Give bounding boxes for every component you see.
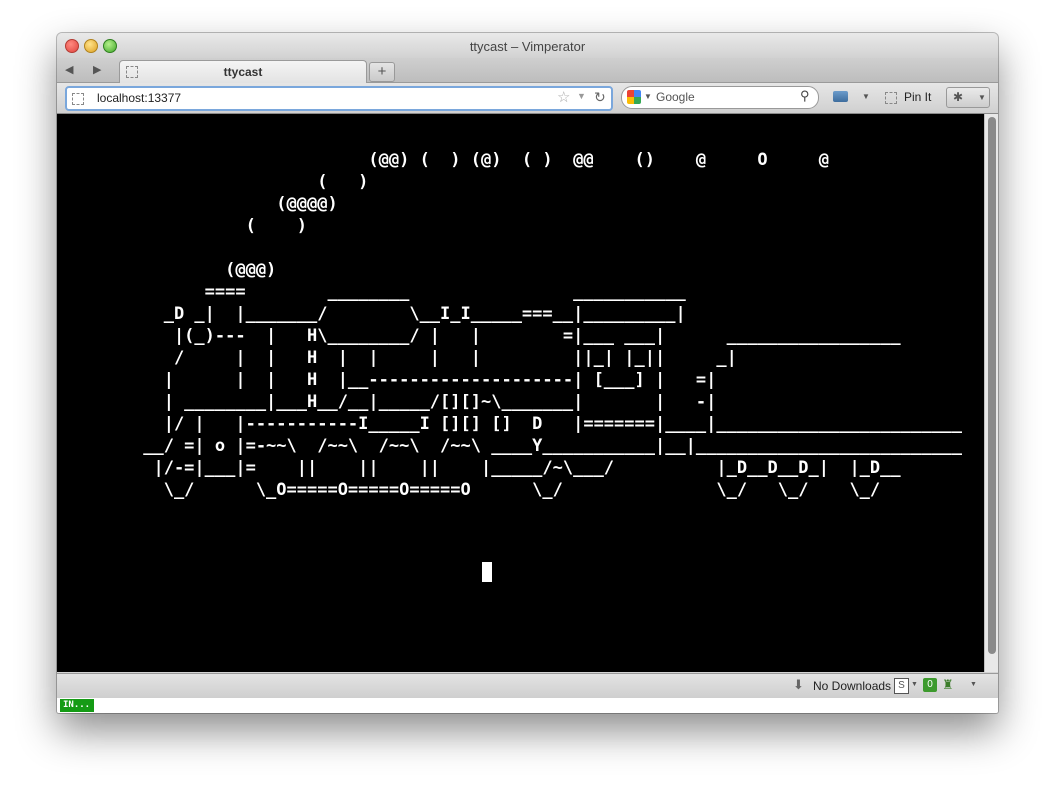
vertical-scrollbar[interactable]: [984, 114, 998, 672]
vimperator-statusline: IN...: [57, 698, 998, 713]
bookmark-star-icon[interactable]: ☆: [557, 88, 570, 106]
terminal-cursor: [482, 562, 492, 582]
title-bar: ttycast – Vimperator: [57, 33, 998, 58]
back-arrow-icon[interactable]: ◀: [65, 63, 73, 76]
url-input[interactable]: localhost:13377: [97, 91, 181, 105]
pinit-icon[interactable]: [885, 92, 897, 104]
pinit-button[interactable]: Pin It: [904, 90, 931, 104]
tab-ttycast[interactable]: ttycast: [119, 60, 367, 83]
search-input[interactable]: Google: [656, 90, 695, 104]
bookmarks-dropdown-icon[interactable]: ▼: [862, 92, 870, 101]
downloads-status[interactable]: No Downloads: [813, 679, 891, 693]
tab-bar: ◀ ▶ ttycast +: [57, 58, 998, 83]
forward-arrow-icon[interactable]: ▶: [93, 63, 101, 76]
search-bar[interactable]: ▼ Google ⚲: [621, 86, 819, 109]
s-addon-dropdown-icon[interactable]: ▼: [911, 681, 918, 688]
tab-title: ttycast: [223, 65, 263, 79]
new-tab-button[interactable]: +: [369, 62, 395, 82]
search-engine-dropdown-icon[interactable]: ▼: [644, 92, 652, 101]
bookmarks-folder-icon[interactable]: [833, 91, 848, 102]
navigation-toolbar: localhost:13377 ☆ ▼ ↻ ▼ Google ⚲ ▼ Pin I…: [57, 83, 998, 114]
mode-indicator: IN...: [60, 699, 94, 712]
addon-menu-button[interactable]: ✱ ▼: [946, 87, 990, 108]
s-addon-icon[interactable]: S: [894, 678, 909, 694]
site-identity-icon[interactable]: [72, 93, 84, 105]
frog-addon-icon[interactable]: ♜: [942, 677, 954, 693]
scrollbar-thumb[interactable]: [988, 117, 996, 654]
window-title: ttycast – Vimperator: [469, 39, 586, 54]
frog-addon-dropdown-icon[interactable]: ▼: [970, 681, 977, 688]
count-badge[interactable]: 0: [923, 678, 937, 692]
reload-icon[interactable]: ↻: [594, 89, 606, 106]
url-history-dropdown-icon[interactable]: ▼: [577, 91, 586, 101]
url-bar[interactable]: localhost:13377 ☆ ▼ ↻: [65, 86, 613, 111]
search-engine-icon[interactable]: [627, 90, 641, 104]
addon-puzzle-icon: ✱: [953, 90, 964, 104]
addon-dropdown-icon: ▼: [978, 93, 986, 102]
browser-window: ttycast – Vimperator ◀ ▶ ttycast + local…: [57, 33, 998, 713]
download-arrow-icon[interactable]: ⬇: [793, 677, 804, 693]
magnifier-icon[interactable]: ⚲: [800, 88, 810, 104]
terminal-viewport[interactable]: (@@) ( ) (@) ( ) @@ () @ O @ ( ) (@@@@) …: [57, 114, 984, 672]
ascii-art-train: (@@) ( ) (@) ( ) @@ () @ O @ ( ) (@@@@) …: [143, 150, 963, 500]
addon-bar: ⬇ No Downloads S ▼ 0 ♜ ▼: [57, 673, 998, 698]
